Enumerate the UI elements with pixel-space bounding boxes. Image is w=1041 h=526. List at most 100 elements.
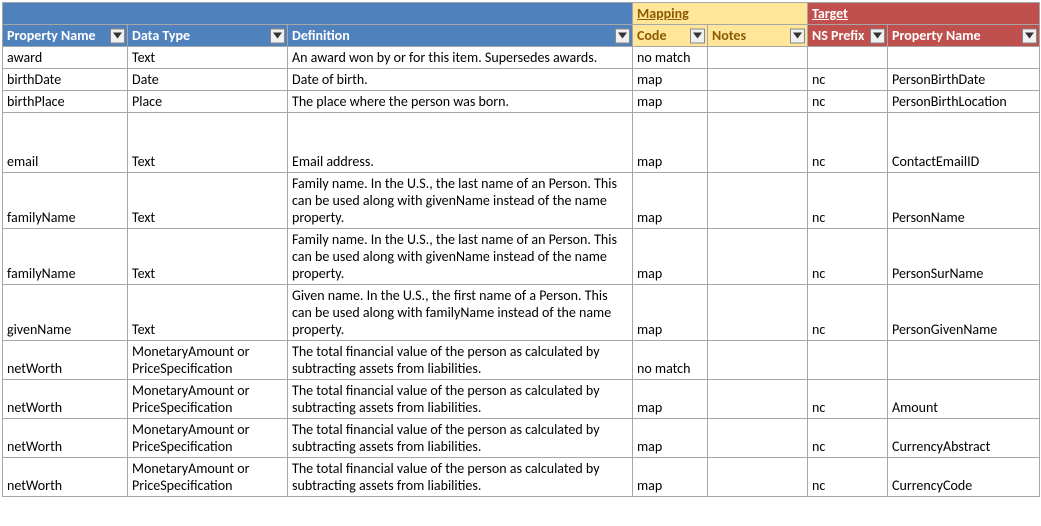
cell-notes[interactable] [708, 113, 808, 173]
cell-definition[interactable]: Email address. [288, 113, 633, 173]
cell-property-name[interactable]: netWorth [3, 380, 128, 419]
cell-property-name[interactable]: givenName [3, 285, 128, 341]
filter-dropdown-icon[interactable] [790, 28, 805, 43]
cell-ns-prefix[interactable]: nc [808, 419, 888, 458]
cell-definition[interactable]: The total financial value of the person … [288, 458, 633, 497]
table-row: netWorthMonetaryAmount or PriceSpecifica… [3, 380, 1040, 419]
cell-data-type[interactable]: Text [128, 47, 288, 69]
cell-code[interactable]: map [633, 113, 708, 173]
cell-property-name[interactable]: netWorth [3, 419, 128, 458]
cell-data-type[interactable]: Date [128, 69, 288, 91]
cell-target-property-name[interactable]: CurrencyCode [888, 458, 1040, 497]
cell-ns-prefix[interactable]: nc [808, 113, 888, 173]
cell-definition[interactable]: The total financial value of the person … [288, 419, 633, 458]
cell-property-name[interactable]: familyName [3, 229, 128, 285]
cell-code[interactable]: map [633, 285, 708, 341]
cell-notes[interactable] [708, 285, 808, 341]
cell-target-property-name[interactable]: Amount [888, 380, 1040, 419]
cell-ns-prefix[interactable]: nc [808, 91, 888, 113]
cell-target-property-name[interactable] [888, 341, 1040, 380]
col-header-target-property-name[interactable]: Property Name [888, 25, 1040, 47]
group-header-source [3, 3, 633, 25]
cell-data-type[interactable]: Text [128, 229, 288, 285]
cell-code[interactable]: map [633, 69, 708, 91]
cell-definition[interactable]: An award won by or for this item. Supers… [288, 47, 633, 69]
col-header-notes[interactable]: Notes [708, 25, 808, 47]
table-row: birthPlacePlaceThe place where the perso… [3, 91, 1040, 113]
cell-notes[interactable] [708, 341, 808, 380]
cell-data-type[interactable]: Text [128, 285, 288, 341]
cell-notes[interactable] [708, 458, 808, 497]
col-header-ns-prefix[interactable]: NS Prefix [808, 25, 888, 47]
cell-code[interactable]: map [633, 91, 708, 113]
cell-definition[interactable]: The total financial value of the person … [288, 380, 633, 419]
cell-ns-prefix[interactable]: nc [808, 173, 888, 229]
cell-definition[interactable]: Family name. In the U.S., the last name … [288, 229, 633, 285]
cell-code[interactable]: map [633, 458, 708, 497]
cell-property-name[interactable]: email [3, 113, 128, 173]
cell-property-name[interactable]: familyName [3, 173, 128, 229]
cell-property-name[interactable]: birthPlace [3, 91, 128, 113]
col-header-property-name[interactable]: Property Name [3, 25, 128, 47]
cell-notes[interactable] [708, 380, 808, 419]
cell-target-property-name[interactable]: CurrencyAbstract [888, 419, 1040, 458]
cell-code[interactable]: no match [633, 47, 708, 69]
cell-property-name[interactable]: award [3, 47, 128, 69]
cell-data-type[interactable]: MonetaryAmount or PriceSpecification [128, 419, 288, 458]
cell-definition[interactable]: The place where the person was born. [288, 91, 633, 113]
col-header-code[interactable]: Code [633, 25, 708, 47]
col-header-label: Definition [292, 27, 350, 44]
cell-code[interactable]: no match [633, 341, 708, 380]
cell-ns-prefix[interactable] [808, 341, 888, 380]
filter-dropdown-icon[interactable] [1022, 28, 1037, 43]
col-header-definition[interactable]: Definition [288, 25, 633, 47]
cell-target-property-name[interactable] [888, 47, 1040, 69]
cell-ns-prefix[interactable]: nc [808, 380, 888, 419]
filter-dropdown-icon[interactable] [110, 28, 125, 43]
cell-definition[interactable]: The total financial value of the person … [288, 341, 633, 380]
cell-notes[interactable] [708, 91, 808, 113]
cell-definition[interactable]: Date of birth. [288, 69, 633, 91]
cell-target-property-name[interactable]: PersonGivenName [888, 285, 1040, 341]
cell-data-type[interactable]: MonetaryAmount or PriceSpecification [128, 380, 288, 419]
cell-property-name[interactable]: birthDate [3, 69, 128, 91]
cell-target-property-name[interactable]: PersonSurName [888, 229, 1040, 285]
cell-code[interactable]: map [633, 380, 708, 419]
filter-dropdown-icon[interactable] [615, 28, 630, 43]
table-row: awardTextAn award won by or for this ite… [3, 47, 1040, 69]
cell-definition[interactable]: Given name. In the U.S., the first name … [288, 285, 633, 341]
cell-ns-prefix[interactable]: nc [808, 229, 888, 285]
cell-definition[interactable]: Family name. In the U.S., the last name … [288, 173, 633, 229]
cell-code[interactable]: map [633, 419, 708, 458]
cell-data-type[interactable]: Place [128, 91, 288, 113]
cell-ns-prefix[interactable]: nc [808, 69, 888, 91]
cell-data-type[interactable]: MonetaryAmount or PriceSpecification [128, 458, 288, 497]
table-row: netWorthMonetaryAmount or PriceSpecifica… [3, 341, 1040, 380]
cell-property-name[interactable]: netWorth [3, 458, 128, 497]
cell-target-property-name[interactable]: PersonBirthDate [888, 69, 1040, 91]
cell-ns-prefix[interactable]: nc [808, 458, 888, 497]
cell-code[interactable]: map [633, 229, 708, 285]
table-row: birthDateDateDate of birth.map ncPersonBi… [3, 69, 1040, 91]
col-header-label: Property Name [7, 27, 96, 44]
filter-dropdown-icon[interactable] [870, 28, 885, 43]
filter-dropdown-icon[interactable] [270, 28, 285, 43]
cell-notes[interactable] [708, 69, 808, 91]
cell-data-type[interactable]: MonetaryAmount or PriceSpecification [128, 341, 288, 380]
cell-notes[interactable] [708, 229, 808, 285]
cell-data-type[interactable]: Text [128, 113, 288, 173]
cell-target-property-name[interactable]: ContactEmailID [888, 113, 1040, 173]
cell-property-name[interactable]: netWorth [3, 341, 128, 380]
col-header-data-type[interactable]: Data Type [128, 25, 288, 47]
cell-target-property-name[interactable]: PersonBirthLocation [888, 91, 1040, 113]
cell-notes[interactable] [708, 47, 808, 69]
group-header-target: Target [808, 3, 1040, 25]
cell-notes[interactable] [708, 173, 808, 229]
cell-target-property-name[interactable]: PersonName [888, 173, 1040, 229]
cell-data-type[interactable]: Text [128, 173, 288, 229]
filter-dropdown-icon[interactable] [690, 28, 705, 43]
cell-ns-prefix[interactable]: nc [808, 285, 888, 341]
cell-ns-prefix[interactable] [808, 47, 888, 69]
cell-code[interactable]: map [633, 173, 708, 229]
cell-notes[interactable] [708, 419, 808, 458]
